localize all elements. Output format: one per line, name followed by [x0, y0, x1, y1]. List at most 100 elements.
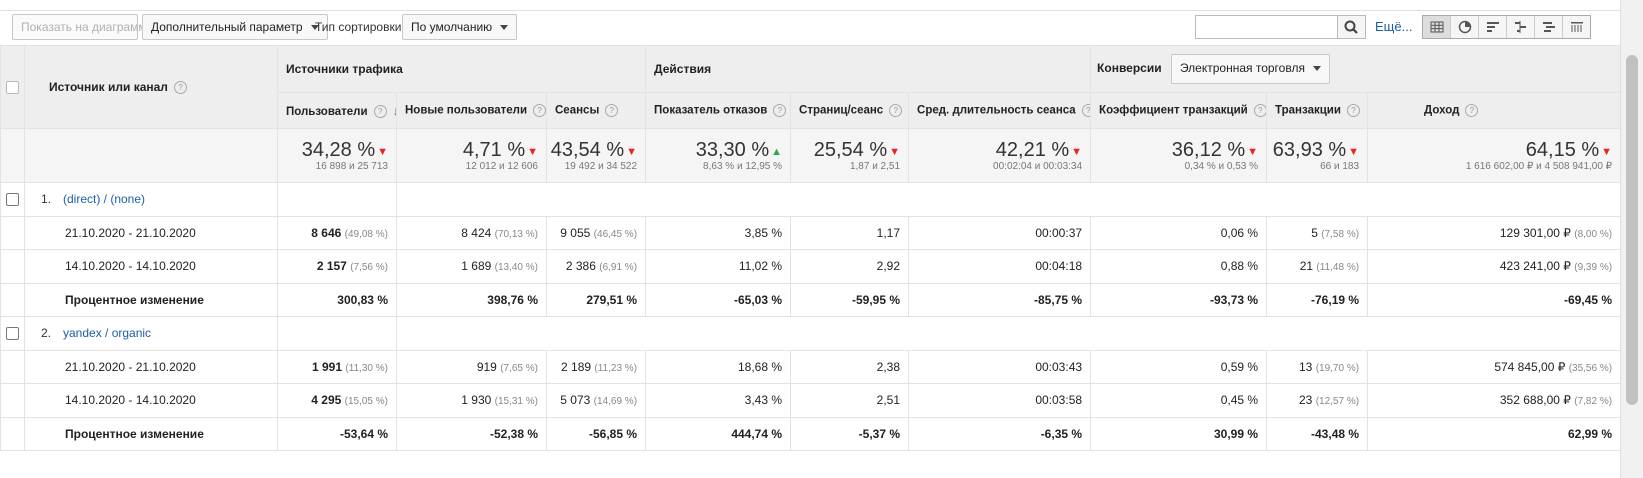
- group-header-label: Конверсии: [1097, 61, 1162, 76]
- source-link[interactable]: yandex / organic: [63, 326, 151, 340]
- metric-share: (19,70 %): [1315, 362, 1360, 374]
- conversions-dropdown[interactable]: Электронная торговля: [1170, 54, 1330, 84]
- help-icon[interactable]: ?: [373, 105, 387, 119]
- trend-up-icon: ▲: [771, 146, 783, 159]
- metric-cell: -52,38 %: [396, 416, 547, 451]
- help-icon[interactable]: ?: [173, 81, 187, 95]
- summary-detail: 00:02:04 и 00:03:34: [993, 160, 1083, 172]
- table-view-button[interactable]: [1423, 16, 1451, 38]
- row-label: Процентное изменение: [24, 416, 278, 451]
- term-cloud-view-button[interactable]: [1535, 16, 1563, 38]
- row-checkbox[interactable]: [6, 193, 19, 207]
- metric-value: -53,64 %: [339, 426, 388, 441]
- source-link[interactable]: (direct) / (none): [63, 192, 145, 206]
- search-input[interactable]: [1195, 15, 1338, 39]
- source-name-cell: 2. yandex / organic: [24, 316, 278, 351]
- summary-value: 4,71 %: [462, 138, 526, 161]
- help-icon[interactable]: ?: [889, 104, 903, 117]
- metric-value: 1 689: [461, 259, 492, 274]
- metric-share: (12,57 %): [1315, 396, 1360, 408]
- metric-value: -56,85 %: [589, 426, 638, 441]
- help-icon[interactable]: ?: [1081, 104, 1090, 117]
- metric-value: 1,17: [876, 225, 901, 240]
- trend-down-icon: ▼: [377, 146, 388, 159]
- metric-cell: -43,48 %: [1266, 416, 1369, 451]
- summary-checkbox-cell: [0, 128, 25, 183]
- column-header-label: Показатель отказов: [654, 104, 768, 117]
- row-checkbox[interactable]: [6, 327, 19, 341]
- metric-value: 1 991: [312, 359, 343, 374]
- metric-value: 0,88 %: [1220, 259, 1259, 274]
- metric-share: (11,23 %): [594, 362, 638, 374]
- report-table: Источник или канал? Источники трафика Де…: [0, 45, 1620, 451]
- column-header-avg-session-duration[interactable]: Сред. длительность сеанса?: [908, 92, 1092, 129]
- metric-cell: -76,19 %: [1266, 282, 1369, 317]
- sort-type-dropdown[interactable]: По умолчанию: [402, 14, 518, 40]
- column-header-pages-per-session[interactable]: Страниц/сеанс?: [790, 92, 910, 129]
- column-header-label: Сеансы: [555, 104, 600, 117]
- row-checkbox-cell: [0, 383, 25, 418]
- more-link[interactable]: Ещё...: [1375, 15, 1412, 39]
- row-label: Процентное изменение: [24, 282, 278, 317]
- summary-value: 43,54 %: [550, 138, 625, 161]
- select-all-checkbox[interactable]: [6, 81, 19, 95]
- comparison-view-button[interactable]: [1507, 16, 1535, 38]
- column-header-bounce-rate[interactable]: Показатель отказов?: [645, 92, 792, 129]
- metric-value: 423 241,00 ₽: [1499, 259, 1571, 274]
- metric-cell: 21 (11,48 %): [1266, 249, 1369, 284]
- metric-share: (11,30 %): [345, 362, 388, 374]
- metric-value: -93,73 %: [1210, 292, 1259, 307]
- summary-detail: 19 492 и 34 522: [564, 160, 638, 172]
- help-icon[interactable]: ?: [773, 104, 787, 117]
- secondary-dimension-dropdown[interactable]: Дополнительный параметр: [142, 14, 328, 40]
- column-header-transaction-rate[interactable]: Коэффициент транзакций?: [1090, 92, 1268, 129]
- row-index: 2.: [41, 326, 52, 341]
- metric-value: 444,74 %: [731, 426, 783, 441]
- summary-value: 33,30 %: [695, 138, 770, 161]
- metric-value: 8 424: [461, 225, 492, 240]
- metric-value: 919: [476, 359, 497, 374]
- search-button[interactable]: [1338, 15, 1366, 39]
- help-icon[interactable]: ?: [605, 104, 619, 117]
- metric-cell: 423 241,00 ₽ (9,39 %): [1367, 249, 1620, 284]
- metric-value: 352 688,00 ₽: [1499, 393, 1571, 408]
- scrollbar-thumb[interactable]: [1626, 55, 1638, 405]
- percent-change-row: Процентное изменение -53,64 % -52,38 % -56,…: [0, 416, 1620, 451]
- help-icon[interactable]: ?: [1253, 104, 1266, 117]
- pivot-view-button[interactable]: [1563, 16, 1590, 38]
- help-icon[interactable]: ?: [533, 104, 546, 117]
- metric-cell: 1 689 (13,40 %): [396, 249, 547, 284]
- column-header-sessions[interactable]: Сеансы?: [545, 92, 647, 129]
- metric-cell: 13 (19,70 %): [1266, 349, 1369, 384]
- metric-cell: 3,85 %: [645, 215, 792, 250]
- trend-down-icon: ▼: [626, 146, 638, 159]
- term-cloud-view-icon: [1542, 22, 1555, 32]
- metric-cell: -56,85 %: [545, 416, 647, 451]
- summary-detail: 8,63 % и 12,95 %: [703, 160, 783, 172]
- help-icon[interactable]: ?: [1465, 104, 1479, 117]
- column-header-users[interactable]: Пользователи? ↓: [277, 92, 397, 129]
- sort-desc-icon[interactable]: ↓: [393, 103, 396, 118]
- column-header-revenue[interactable]: Доход?: [1367, 92, 1620, 129]
- metric-share: (49,08 %): [344, 228, 388, 240]
- metric-cell: 9 055 (46,45 %): [545, 215, 647, 250]
- help-icon[interactable]: ?: [1346, 104, 1360, 117]
- plot-rows-button[interactable]: Показать на диаграмме: [12, 14, 153, 40]
- column-header-transactions[interactable]: Транзакции?: [1266, 92, 1369, 129]
- metric-share: (15,31 %): [494, 396, 538, 408]
- row-checkbox-cell: [0, 316, 25, 351]
- metric-cell: 4 295 (15,05 %): [277, 383, 397, 418]
- summary-label-cell: [24, 128, 278, 183]
- metric-value: 13: [1298, 359, 1313, 374]
- column-header-new-users[interactable]: Новые пользователи?: [396, 92, 547, 129]
- metric-value: 279,51 %: [586, 292, 638, 307]
- metric-value: 0,59 %: [1220, 359, 1259, 374]
- metric-value: 2 386: [565, 259, 596, 274]
- bar-view-button[interactable]: [1479, 16, 1507, 38]
- pie-view-button[interactable]: [1451, 16, 1479, 38]
- secondary-dimension-label: Дополнительный параметр: [151, 20, 303, 34]
- column-header-label: Доход: [1424, 104, 1460, 117]
- metric-share: (14,69 %): [593, 396, 638, 408]
- date-range-row: 14.10.2020 - 14.10.2020 2 157 (7,56 %) 1 6…: [0, 249, 1620, 284]
- metric-value: 129 301,00 ₽: [1499, 225, 1571, 240]
